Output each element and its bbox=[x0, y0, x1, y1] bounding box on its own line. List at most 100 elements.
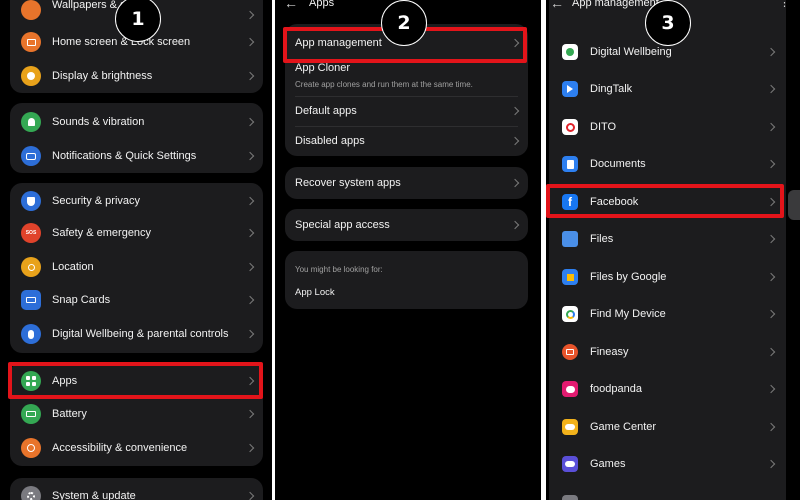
settings-item-accessibility[interactable]: Accessibility & convenience bbox=[10, 433, 263, 463]
app-row-files[interactable]: Files bbox=[549, 224, 786, 254]
special-app-access-item[interactable]: Special app access bbox=[285, 210, 528, 240]
chevron-right-icon bbox=[766, 84, 776, 94]
chevron-right-icon bbox=[245, 491, 255, 500]
sun-icon bbox=[21, 66, 41, 86]
app-row-foodpanda[interactable]: foodpanda bbox=[549, 374, 786, 404]
chevron-right-icon bbox=[766, 459, 776, 469]
settings-item-display[interactable]: Display & brightness bbox=[10, 62, 263, 90]
app-row-games[interactable]: Games bbox=[549, 449, 786, 479]
app-cloner-item[interactable]: App Cloner Create app clones and run the… bbox=[285, 59, 528, 97]
back-arrow-icon[interactable]: ← bbox=[550, 0, 564, 11]
chevron-right-icon bbox=[766, 197, 776, 207]
files-by-google-icon bbox=[562, 269, 578, 285]
folder-icon bbox=[562, 231, 578, 247]
chevron-right-icon bbox=[766, 309, 776, 319]
settings-item-label: Security & privacy bbox=[52, 195, 141, 207]
disabled-apps-item[interactable]: Disabled apps bbox=[285, 126, 528, 156]
chevron-right-icon bbox=[766, 347, 776, 357]
disabled-apps-label: Disabled apps bbox=[295, 135, 365, 147]
scrollbar-handle[interactable] bbox=[788, 190, 800, 220]
chevron-right-icon bbox=[245, 329, 255, 339]
app-row-find-my-device[interactable]: Find My Device bbox=[549, 299, 786, 329]
page-title: App management bbox=[572, 0, 659, 9]
settings-group-apps: Apps Battery Accessibility & convenience bbox=[10, 362, 263, 466]
app-icon bbox=[562, 495, 578, 500]
settings-item-battery[interactable]: Battery bbox=[10, 399, 263, 429]
documents-icon bbox=[562, 156, 578, 172]
games-icon bbox=[562, 456, 578, 472]
chevron-right-icon bbox=[245, 37, 255, 47]
settings-group-system: System & update bbox=[10, 478, 263, 500]
app-cloner-description: Create app clones and run them at the sa… bbox=[295, 80, 473, 89]
game-center-icon bbox=[562, 419, 578, 435]
app-name: Fineasy bbox=[590, 346, 629, 358]
settings-item-label: System & update bbox=[52, 490, 136, 500]
app-management-panel: ← App management ⋮ Digital Wellbeing Din… bbox=[546, 0, 800, 500]
settings-item-notifications[interactable]: Notifications & Quick Settings bbox=[10, 141, 263, 171]
app-row-game-center[interactable]: Game Center bbox=[549, 412, 786, 442]
app-list: ← App management ⋮ Digital Wellbeing Din… bbox=[549, 0, 790, 500]
default-apps-item[interactable]: Default apps bbox=[285, 96, 528, 126]
chevron-right-icon bbox=[510, 220, 520, 230]
settings-item-label: Digital Wellbeing & parental controls bbox=[52, 328, 229, 340]
cards-icon bbox=[21, 290, 41, 310]
chevron-right-icon bbox=[766, 422, 776, 432]
settings-item-label: Sounds & vibration bbox=[52, 116, 145, 128]
chevron-right-icon bbox=[510, 38, 520, 48]
more-options-icon[interactable]: ⋮ bbox=[779, 0, 790, 9]
chevron-right-icon bbox=[245, 443, 255, 453]
app-row-dingtalk[interactable]: DingTalk bbox=[549, 74, 786, 104]
recover-system-apps-item[interactable]: Recover system apps bbox=[285, 168, 528, 198]
app-row-dito[interactable]: DITO bbox=[549, 112, 786, 142]
wellbeing-person-icon bbox=[21, 324, 41, 344]
location-pin-icon bbox=[21, 257, 41, 277]
recover-system-apps-label: Recover system apps bbox=[295, 177, 401, 189]
settings-item-digital-wellbeing[interactable]: Digital Wellbeing & parental controls bbox=[10, 319, 263, 349]
chevron-right-icon bbox=[510, 178, 520, 188]
settings-item-safety[interactable]: SOS Safety & emergency bbox=[10, 218, 263, 248]
fineasy-icon bbox=[562, 344, 578, 360]
chevron-right-icon bbox=[245, 151, 255, 161]
chevron-right-icon bbox=[245, 228, 255, 238]
back-arrow-icon[interactable]: ← bbox=[284, 0, 298, 11]
palette-icon bbox=[21, 0, 41, 20]
chevron-right-icon bbox=[245, 71, 255, 81]
app-row-partial[interactable] bbox=[549, 488, 786, 500]
settings-item-system[interactable]: System & update bbox=[10, 481, 263, 500]
sos-icon: SOS bbox=[21, 223, 41, 243]
find-my-device-icon bbox=[562, 306, 578, 322]
app-row-files-by-google[interactable]: Files by Google bbox=[549, 262, 786, 292]
default-apps-label: Default apps bbox=[295, 105, 357, 117]
settings-item-sounds[interactable]: Sounds & vibration bbox=[10, 107, 263, 137]
app-row-facebook[interactable]: f Facebook bbox=[549, 187, 786, 217]
app-name: Files bbox=[590, 233, 614, 245]
page-title: Apps bbox=[309, 0, 335, 9]
settings-item-location[interactable]: Location bbox=[10, 252, 263, 282]
settings-item-label: Display & brightness bbox=[52, 70, 153, 82]
chevron-right-icon bbox=[766, 122, 776, 132]
settings-item-security[interactable]: Security & privacy bbox=[10, 186, 263, 216]
chevron-right-icon bbox=[245, 376, 255, 386]
settings-item-label: Location bbox=[52, 261, 94, 273]
app-name: DITO bbox=[590, 121, 617, 133]
app-row-fineasy[interactable]: Fineasy bbox=[549, 337, 786, 367]
settings-item-snap-cards[interactable]: Snap Cards bbox=[10, 285, 263, 315]
suggestions-heading: You might be looking for: bbox=[295, 265, 383, 274]
chevron-right-icon bbox=[766, 272, 776, 282]
apps-panel: ← Apps App management App Cloner Create … bbox=[275, 0, 541, 500]
chevron-right-icon bbox=[766, 159, 776, 169]
app-name: Files by Google bbox=[590, 271, 667, 283]
chevron-right-icon bbox=[245, 295, 255, 305]
settings-group-sound: Sounds & vibration Notifications & Quick… bbox=[10, 103, 263, 173]
chevron-right-icon bbox=[245, 196, 255, 206]
foodpanda-icon bbox=[562, 381, 578, 397]
app-lock-link[interactable]: App Lock bbox=[285, 281, 528, 303]
settings-item-apps[interactable]: Apps bbox=[10, 366, 263, 396]
step-number-badge: 3 bbox=[645, 0, 691, 46]
settings-item-label: Accessibility & convenience bbox=[52, 442, 188, 454]
settings-item-label: Safety & emergency bbox=[52, 227, 152, 239]
settings-item-label: Battery bbox=[52, 408, 87, 420]
app-row-documents[interactable]: Documents bbox=[549, 149, 786, 179]
suggestions-group: You might be looking for: App Lock bbox=[285, 251, 528, 309]
app-name: Games bbox=[590, 458, 626, 470]
